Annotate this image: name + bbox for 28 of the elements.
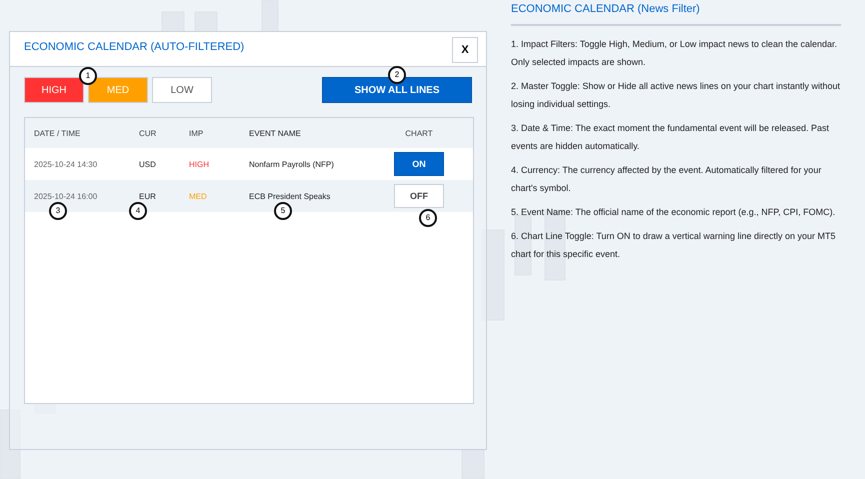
show-all-lines-button[interactable]: SHOW ALL LINES xyxy=(322,77,472,103)
help-note: 2. Master Toggle: Show or Hide all active news lines on your chart instantly without losing individual settings. xyxy=(511,80,841,111)
help-note: 1. Impact Filters: Toggle High, Medium, or Low impact news to clean the calendar. Only selected impacts are shown. xyxy=(511,38,838,69)
column-header: CHART xyxy=(404,128,434,138)
help-note: 4. Currency: The currency affected by the event. Automatically filtered for your chart's symbol. xyxy=(511,164,822,195)
close-button[interactable]: X xyxy=(452,37,478,63)
callout-badge: 1 xyxy=(79,67,97,85)
dialog-title: ECONOMIC CALENDAR (AUTO-FILTERED) xyxy=(24,41,244,53)
help-title: ECONOMIC CALENDAR (News Filter) xyxy=(511,3,701,15)
table-cell-text: EUR xyxy=(138,192,157,200)
column-header: DATE / TIME xyxy=(33,128,82,138)
table-cell-text: USD xyxy=(138,160,157,168)
impact-filter-button[interactable]: LOW xyxy=(152,77,212,103)
impact-label: HIGH xyxy=(189,160,210,168)
column-header: EVENT NAME xyxy=(249,128,302,138)
column-header: IMP xyxy=(189,128,204,138)
help-note: 6. Chart Line Toggle: Turn ON to draw a vertical warning line directly on your MT5 chart for this specific event. xyxy=(511,230,836,261)
table-cell-text: ECB President Speaks xyxy=(249,192,332,200)
table-cell-text: 2025-10-24 14:30 xyxy=(33,160,98,168)
help-note: 5. Event Name: The official name of the economic report (e.g., NFP, CPI, FOMC). xyxy=(511,206,836,219)
column-header: CUR xyxy=(138,128,158,138)
help-note: 3. Date & Time: The exact moment the fundamental event will be released. Past events are hidden automatically. xyxy=(511,122,830,153)
table-cell-text: Nonfarm Payrolls (NFP) xyxy=(249,160,335,168)
table-cell-text: 2025-10-24 16:00 xyxy=(33,192,98,200)
chart-line-toggle[interactable]: ON xyxy=(394,152,444,176)
chart-line-toggle[interactable]: OFF xyxy=(394,184,444,208)
impact-filter-button[interactable]: HIGH xyxy=(24,77,84,103)
impact-label: MED xyxy=(189,192,208,200)
